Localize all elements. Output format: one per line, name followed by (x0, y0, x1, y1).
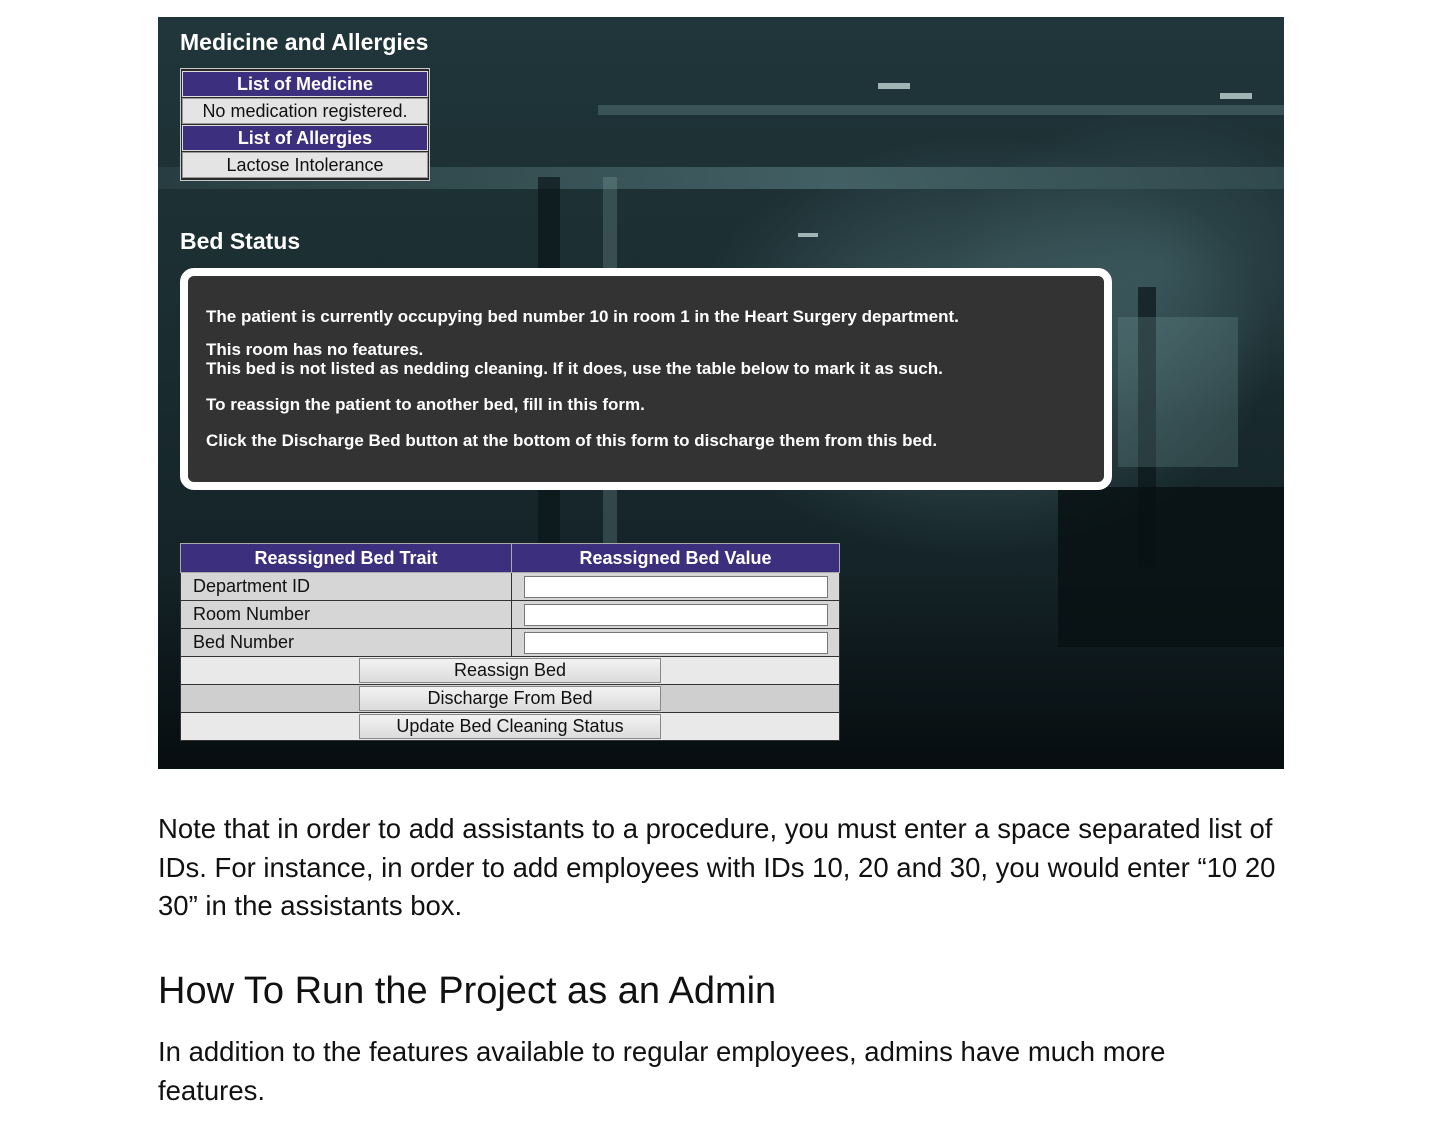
button-cell: Discharge From Bed (180, 684, 840, 713)
medicine-section-title: Medicine and Allergies (180, 29, 429, 55)
button-row: Reassign Bed (180, 656, 840, 685)
room-number-label: Room Number (180, 600, 512, 629)
discharge-from-bed-button[interactable]: Discharge From Bed (359, 686, 661, 711)
bed-number-input[interactable] (523, 632, 828, 654)
column-header-trait: Reassigned Bed Trait (180, 543, 512, 573)
department-id-input[interactable] (523, 576, 828, 598)
department-id-label: Department ID (180, 572, 512, 601)
medicine-list-value: No medication registered. (182, 98, 428, 124)
column-header-value: Reassigned Bed Value (511, 543, 840, 573)
room-number-input[interactable] (523, 604, 828, 626)
reassign-bed-table: Reassigned Bed Trait Reassigned Bed Valu… (180, 543, 840, 741)
app-screenshot: Medicine and Allergies List of Medicine … (158, 17, 1284, 769)
bed-status-message-box: The patient is currently occupying bed n… (180, 268, 1112, 490)
bed-status-line: To reassign the patient to another bed, … (206, 395, 645, 414)
admin-section-heading: How To Run the Project as an Admin (158, 970, 777, 1012)
room-number-cell (511, 600, 840, 629)
background-ceiling-light (878, 83, 910, 89)
bed-status-title: Bed Status (180, 228, 301, 254)
bed-number-label: Bed Number (180, 628, 512, 657)
background-ceiling-beam (598, 105, 1284, 115)
note-paragraph: Note that in order to add assistants to … (158, 813, 1276, 921)
medicine-allergies-table: List of Medicine No medication registere… (180, 68, 430, 181)
reassign-bed-button[interactable]: Reassign Bed (359, 658, 661, 683)
table-row: Department ID (180, 572, 840, 601)
admin-intro-paragraph: In addition to the features available to… (158, 1036, 1166, 1106)
bed-status-line: The patient is currently occupying bed n… (206, 307, 959, 326)
table-row: Bed Number (180, 628, 840, 657)
background-wall (1118, 317, 1238, 467)
bed-status-line: Click the Discharge Bed button at the bo… (206, 431, 938, 450)
medicine-list-header: List of Medicine (182, 71, 428, 97)
button-cell: Update Bed Cleaning Status (180, 712, 840, 741)
table-header-row: Reassigned Bed Trait Reassigned Bed Valu… (180, 543, 840, 573)
department-id-cell (511, 572, 840, 601)
update-bed-cleaning-status-button[interactable]: Update Bed Cleaning Status (359, 714, 661, 739)
button-cell: Reassign Bed (180, 656, 840, 685)
bed-status-line: This room has no features. (206, 340, 424, 359)
button-row: Discharge From Bed (180, 684, 840, 713)
table-row: Room Number (180, 600, 840, 629)
button-row: Update Bed Cleaning Status (180, 712, 840, 741)
bed-status-line: This bed is not listed as nedding cleani… (206, 359, 943, 378)
allergies-list-header: List of Allergies (182, 125, 428, 151)
background-ceiling-light (798, 233, 818, 237)
background-counter (1058, 487, 1284, 647)
allergies-list-value: Lactose Intolerance (182, 152, 428, 178)
background-ceiling-light (1220, 93, 1252, 99)
bed-number-cell (511, 628, 840, 657)
